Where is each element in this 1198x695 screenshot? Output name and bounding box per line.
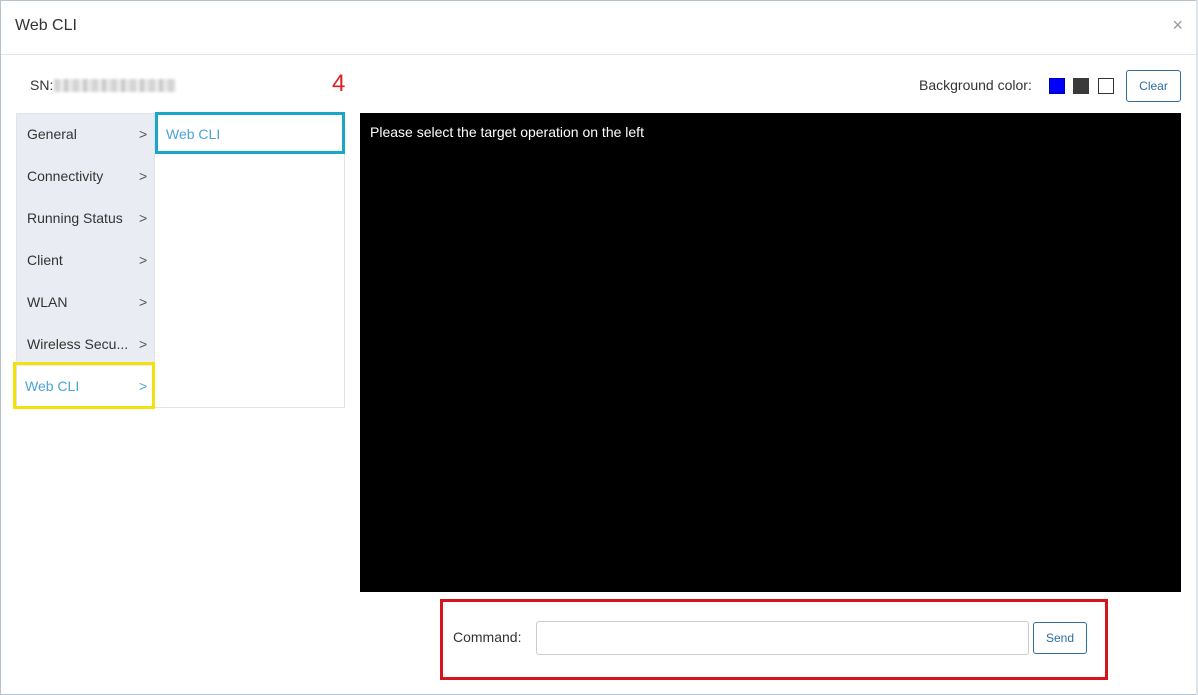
menu-item-wlan[interactable]: WLAN >	[17, 282, 156, 324]
menu-item-label: Connectivity	[27, 168, 104, 184]
swatch-white[interactable]	[1098, 78, 1114, 94]
chevron-right-icon: >	[139, 252, 148, 268]
menu-item-general[interactable]: General >	[17, 114, 156, 156]
command-label: Command:	[453, 629, 522, 645]
menu-item-web-cli[interactable]: Web CLI >	[17, 366, 156, 408]
chevron-right-icon: >	[139, 168, 148, 184]
menu-item-label: Wireless Secu...	[27, 336, 129, 352]
category-menu: General > Connectivity > Running Status …	[16, 113, 156, 408]
chevron-right-icon: >	[139, 126, 148, 142]
menu-item-running-status[interactable]: Running Status >	[17, 198, 156, 240]
sn-label: SN:	[30, 77, 54, 93]
chevron-right-icon: >	[139, 294, 148, 310]
chevron-right-icon: >	[139, 336, 148, 352]
chevron-right-icon: >	[139, 210, 148, 226]
swatch-blue[interactable]	[1049, 78, 1065, 94]
chevron-right-icon: >	[139, 378, 148, 394]
dialog-header: Web CLI ×	[1, 1, 1197, 55]
swatch-dark-gray[interactable]	[1073, 78, 1089, 94]
close-icon[interactable]: ×	[1172, 15, 1183, 35]
menu-item-label: Running Status	[27, 210, 123, 226]
menu-item-wireless-security[interactable]: Wireless Secu... >	[17, 324, 156, 366]
submenu-item-label: Web CLI	[166, 126, 221, 142]
sn-value-redacted	[54, 79, 176, 92]
dialog-title: Web CLI	[15, 17, 77, 34]
menu-item-label: Web CLI	[25, 378, 80, 394]
menu-item-client[interactable]: Client >	[17, 240, 156, 282]
clear-button[interactable]: Clear	[1126, 70, 1181, 102]
terminal-output[interactable]: Please select the target operation on th…	[360, 113, 1181, 592]
submenu-item-web-cli[interactable]: Web CLI	[155, 112, 345, 154]
menu-item-label: WLAN	[27, 294, 68, 310]
menu-item-label: Client	[27, 252, 63, 268]
command-input[interactable]	[536, 621, 1029, 655]
sub-menu-panel	[155, 113, 345, 408]
background-color-label: Background color:	[919, 77, 1032, 93]
send-button[interactable]: Send	[1033, 622, 1087, 654]
menu-item-connectivity[interactable]: Connectivity >	[17, 156, 156, 198]
terminal-message: Please select the target operation on th…	[370, 124, 644, 140]
annotation-step-4: 4	[332, 70, 346, 97]
menu-item-label: General	[27, 126, 77, 142]
